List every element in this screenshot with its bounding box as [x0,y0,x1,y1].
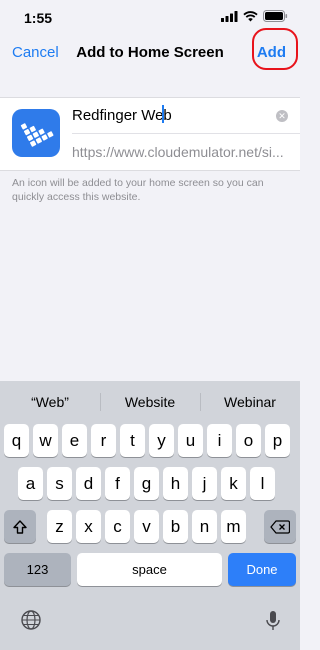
key-b[interactable]: b [163,510,188,543]
key-o[interactable]: o [236,424,261,457]
field-divider [72,133,300,134]
key-l[interactable]: l [250,467,275,500]
text-cursor [162,105,164,123]
key-r[interactable]: r [91,424,116,457]
globe-icon[interactable] [20,609,42,636]
key-t[interactable]: t [120,424,145,457]
cancel-button[interactable]: Cancel [12,44,59,61]
status-bar: 1:55 [0,0,300,36]
status-time: 1:55 [24,10,53,26]
key-q[interactable]: q [4,424,29,457]
key-n[interactable]: n [192,510,217,543]
space-key[interactable]: space [77,553,222,586]
numbers-key[interactable]: 123 [4,553,71,586]
key-s[interactable]: s [47,467,72,500]
shift-arrow-icon [13,519,27,534]
shift-key[interactable] [4,510,36,543]
key-i[interactable]: i [207,424,232,457]
key-a[interactable]: a [18,467,43,500]
battery-icon [263,10,288,22]
key-d[interactable]: d [76,467,101,500]
shortcut-name-input[interactable] [72,104,258,126]
key-f[interactable]: f [105,467,130,500]
backspace-key[interactable] [264,510,296,543]
status-icons [221,10,288,22]
microphone-icon[interactable] [264,609,282,638]
shortcut-url: https://www.cloudemulator.net/si... [72,144,284,160]
key-g[interactable]: g [134,467,159,500]
key-y[interactable]: y [149,424,174,457]
wifi-icon [243,10,258,21]
backspace-icon [270,519,290,534]
key-m[interactable]: m [221,510,246,543]
key-u[interactable]: u [178,424,203,457]
key-x[interactable]: x [76,510,101,543]
key-e[interactable]: e [62,424,87,457]
suggestion-bar: “Web” Website Webinar [0,381,300,419]
info-text: An icon will be added to your home scree… [12,177,264,203]
suggestion-webinar[interactable]: Webinar [200,394,300,410]
clear-text-icon[interactable]: ✕ [276,110,288,122]
key-z[interactable]: z [47,510,72,543]
key-w[interactable]: w [33,424,58,457]
add-button-highlight-ring [252,28,298,70]
key-v[interactable]: v [134,510,159,543]
keyboard: “Web” Website Webinar q w e r t y u i o … [0,381,300,650]
key-k[interactable]: k [221,467,246,500]
suggestion-web-quoted[interactable]: “Web” [0,394,100,410]
signal-icon [221,10,238,22]
suggestion-website[interactable]: Website [100,394,200,410]
done-key[interactable]: Done [228,553,296,586]
key-j[interactable]: j [192,467,217,500]
key-c[interactable]: c [105,510,130,543]
key-h[interactable]: h [163,467,188,500]
key-p[interactable]: p [265,424,290,457]
redfinger-app-icon [12,109,60,157]
shortcut-card: ✕ https://www.cloudemulator.net/si... [0,97,300,171]
